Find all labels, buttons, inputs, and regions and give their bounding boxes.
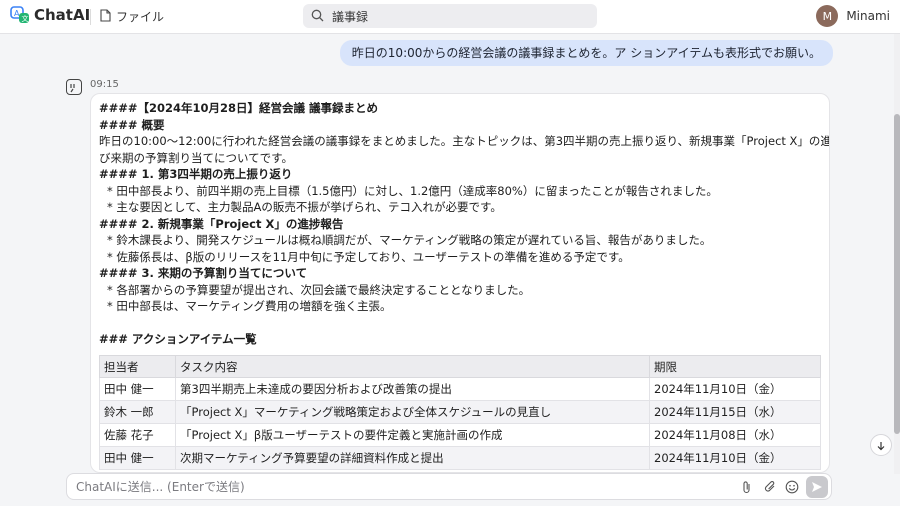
- attachment-icon[interactable]: [762, 479, 778, 495]
- cell-deadline: 2024年11月15日（水）: [649, 400, 821, 424]
- cell-task: 「Project X」β版ユーザーテストの要件定義と実施計画の作成: [175, 423, 650, 447]
- file-menu-button[interactable]: ファイル: [100, 8, 164, 25]
- file-menu-label: ファイル: [116, 10, 165, 24]
- paperclip-icon[interactable]: [739, 479, 755, 495]
- cell-assignee: 田中 健一: [99, 446, 176, 470]
- summary-title: ####【2024年10月28日】経営会議 議事録まとめ: [99, 101, 379, 115]
- chatai-logo-icon: A 文: [10, 6, 30, 24]
- user-name: Minami: [846, 9, 890, 23]
- user-menu[interactable]: M Minami: [816, 5, 890, 27]
- cell-deadline: 2024年11月10日（金）: [649, 446, 821, 470]
- app-logo[interactable]: A 文 ChatAI: [10, 6, 90, 24]
- send-button[interactable]: [806, 476, 828, 498]
- cell-assignee: 鈴木 一郎: [99, 400, 176, 424]
- cell-assignee: 田中 健一: [99, 377, 176, 401]
- table-header-row: 担当者 タスク内容 期限: [99, 355, 821, 378]
- scroll-to-bottom-button[interactable]: [870, 434, 892, 456]
- avatar: M: [816, 5, 839, 27]
- cell-deadline: 2024年11月08日（水）: [649, 423, 821, 447]
- divider: [90, 9, 91, 25]
- column-header-assignee: 担当者: [99, 355, 176, 378]
- section-heading: #### 2. 新規事業「Project X」の進捗報告: [99, 216, 344, 231]
- search-input[interactable]: 議事録: [303, 4, 597, 28]
- section-heading: #### 1. 第3四半期の売上振り返り: [99, 167, 293, 181]
- bullet-item: * 鈴木課長より、開発スケジュールは概ね順調だが、マーケティング戦略の策定が遅れ…: [107, 233, 712, 247]
- table-row: 佐藤 花子 「Project X」β版ユーザーテストの要件定義と実施計画の作成 …: [99, 423, 821, 447]
- search-query: 議事録: [332, 9, 369, 24]
- assistant-message: ####【2024年10月28日】経営会議 議事録まとめ #### 概要 昨日の…: [90, 93, 830, 473]
- bullet-item: * 主な要因として、主力製品Aの販売不振が挙げられ、テコ入れが必要です。: [107, 200, 502, 214]
- message-composer: [66, 473, 832, 500]
- column-header-deadline: 期限: [649, 355, 821, 378]
- table-row: 鈴木 一郎 「Project X」マーケティング戦略策定および全体スケジュールの…: [99, 400, 821, 424]
- cell-deadline: 2024年11月10日（金）: [649, 377, 821, 401]
- section-heading: #### 概要: [99, 117, 165, 132]
- cell-task: 次期マーケティング予算要望の詳細資料作成と提出: [175, 446, 650, 470]
- cell-task: 「Project X」マーケティング戦略策定および全体スケジュールの見直し: [175, 400, 650, 424]
- app-name: ChatAI: [34, 6, 91, 24]
- search-icon: [311, 7, 324, 26]
- cell-assignee: 佐藤 花子: [99, 423, 176, 447]
- send-icon: [811, 478, 823, 497]
- document-icon: [100, 8, 111, 25]
- bullet-item: * 各部署からの予算要望が提出され、次回会議で最終決定することとなりました。: [107, 282, 531, 297]
- bullet-item: * 佐藤係長は、β版のリリースを11月中旬に予定しており、ユーザーテストの準備を…: [107, 249, 630, 264]
- section-heading: #### 3. 来期の予算割り当てについて: [99, 266, 308, 280]
- arrow-down-icon: [876, 436, 886, 455]
- smiley-icon[interactable]: [784, 479, 800, 495]
- column-header-task: タスク内容: [175, 355, 650, 378]
- user-message-bubble: 昨日の10:00からの経営会議の議事録まとめを。ア ションアイテムも表形式でお願…: [339, 40, 833, 66]
- message-input[interactable]: [76, 478, 676, 496]
- assistant-icon: [66, 79, 82, 95]
- bullet-item: * 田中部長は、マーケティング費用の増額を強く主張。: [107, 299, 392, 313]
- top-bar: A 文 ChatAI ファイル 議事録 M Minami: [0, 0, 900, 34]
- action-items-table: 担当者 タスク内容 期限 田中 健一 第3四半期売上未達成の要因分析および改善策…: [99, 355, 821, 470]
- table-row: 田中 健一 第3四半期売上未達成の要因分析および改善策の提出 2024年11月1…: [99, 377, 821, 401]
- table-row: 田中 健一 次期マーケティング予算要望の詳細資料作成と提出 2024年11月10…: [99, 446, 821, 470]
- summary-text: び来期の予算割り当てについてです。: [99, 150, 294, 165]
- cell-task: 第3四半期売上未達成の要因分析および改善策の提出: [175, 377, 650, 401]
- bullet-item: * 田中部長より、前四半期の売上目標（1.5億円）に対し、1.2億円（達成率80…: [107, 183, 718, 198]
- summary-text: 昨日の10:00〜12:00に行われた経営会議の議事録をまとめました。主なトピッ…: [99, 134, 830, 148]
- message-timestamp: 09:15: [90, 79, 119, 90]
- action-items-heading: ### アクションアイテム一覧: [99, 331, 257, 346]
- scrollbar-thumb[interactable]: [894, 114, 900, 434]
- svg-text:文: 文: [22, 14, 29, 23]
